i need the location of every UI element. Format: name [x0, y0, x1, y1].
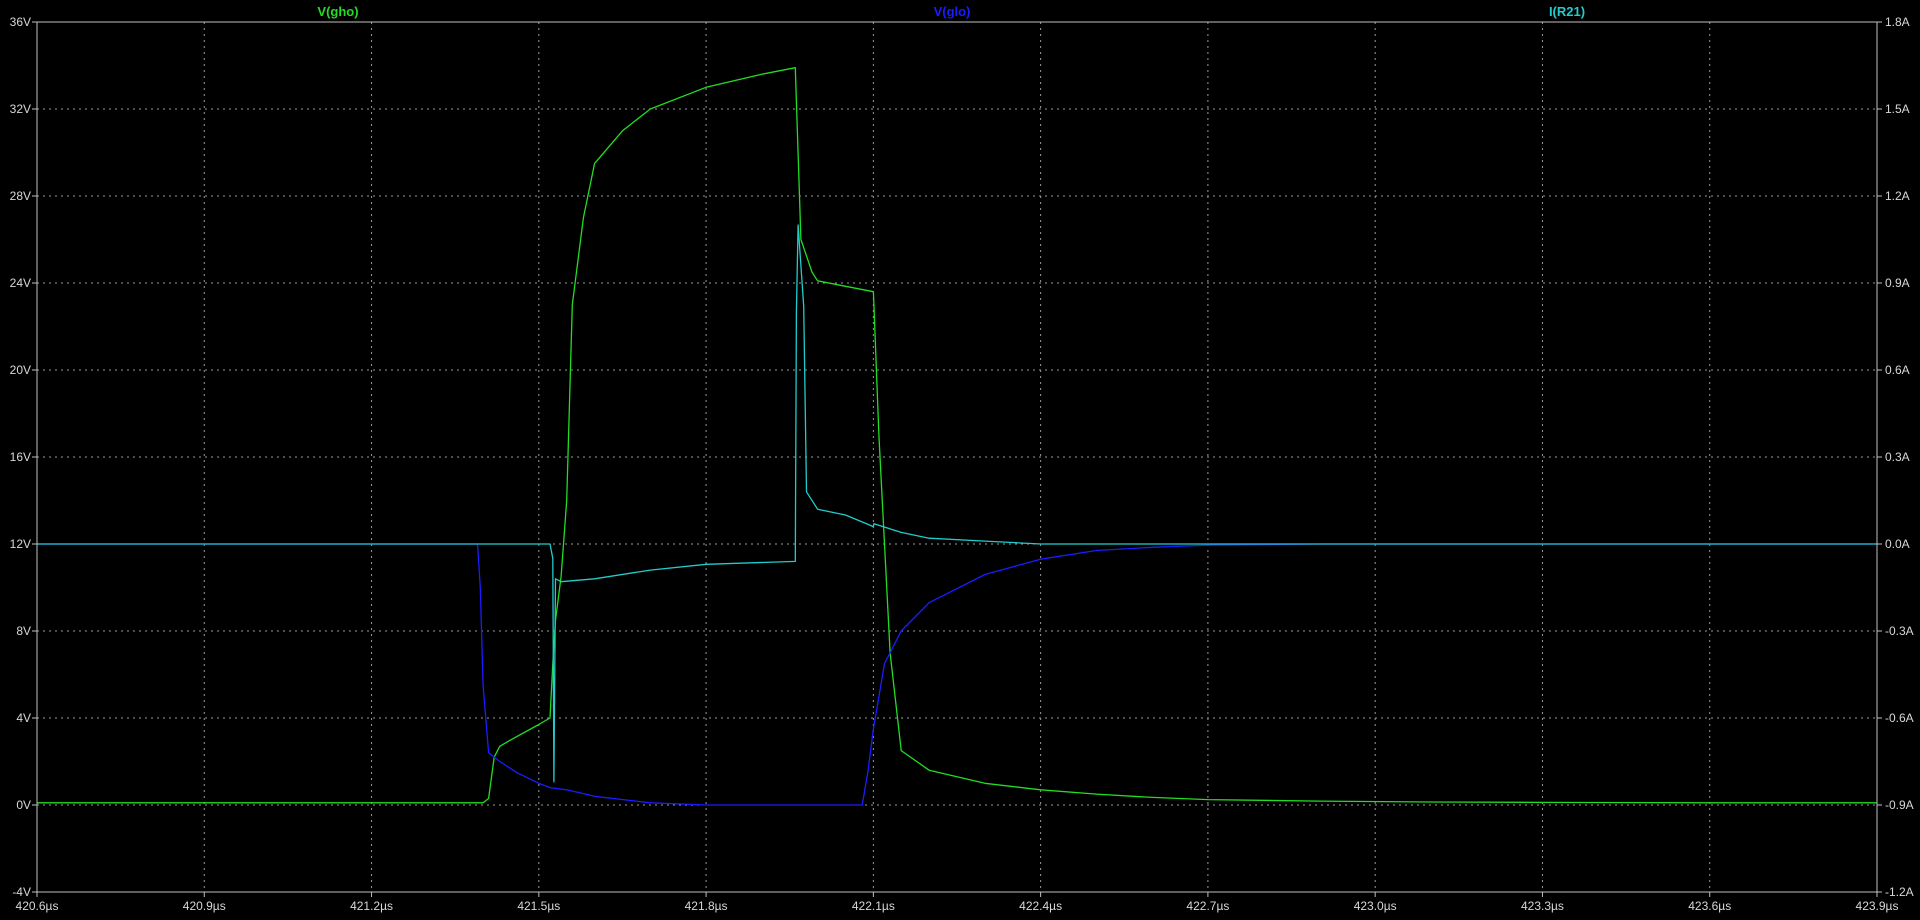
- x-axis-ticks: 420.6µs 420.9µs 421.2µs 421.5µs 421.8µs 422.1…: [16, 892, 1899, 913]
- left-y-tick-label: -4V: [12, 885, 31, 899]
- x-tick-label: 422.4µs: [1019, 899, 1062, 913]
- legend[interactable]: V(gho) V(glo) I(R21): [317, 4, 1585, 19]
- series-line-v-gho: [37, 67, 1877, 804]
- x-tick-label: 420.6µs: [16, 899, 59, 913]
- x-tick-label: 420.9µs: [183, 899, 226, 913]
- left-y-tick-label: 36V: [10, 15, 31, 29]
- x-tick-label: 423.3µs: [1521, 899, 1564, 913]
- left-y-tick-label: 4V: [16, 711, 31, 725]
- series-line-i-r21: [37, 224, 1877, 783]
- right-y-tick-label: 1.8A: [1885, 15, 1910, 29]
- right-y-tick-label: 0.6A: [1885, 363, 1910, 377]
- x-tick-label: 423.9µs: [1856, 899, 1899, 913]
- right-y-tick-label: 1.5A: [1885, 102, 1910, 116]
- right-y-tick-label: -0.3A: [1885, 624, 1914, 638]
- left-y-tick-label: 8V: [16, 624, 31, 638]
- right-y-tick-label: -0.6A: [1885, 711, 1914, 725]
- left-y-tick-label: 20V: [10, 363, 31, 377]
- grid: [37, 22, 1877, 892]
- x-tick-label: 422.7µs: [1186, 899, 1229, 913]
- legend-label-v-gho[interactable]: V(gho): [317, 4, 358, 19]
- left-y-tick-label: 24V: [10, 276, 31, 290]
- right-y-tick-label: 0.9A: [1885, 276, 1910, 290]
- x-tick-label: 423.6µs: [1688, 899, 1731, 913]
- left-y-axis-ticks: -4V 0V 4V 8V 12V 16V 20V 24V 28V 32V 36V: [10, 15, 37, 899]
- legend-label-i-r21[interactable]: I(R21): [1549, 4, 1585, 19]
- right-y-tick-label: 1.2A: [1885, 189, 1910, 203]
- x-tick-label: 421.5µs: [517, 899, 560, 913]
- left-y-tick-label: 12V: [10, 537, 31, 551]
- waveform-plot: 420.6µs 420.9µs 421.2µs 421.5µs 421.8µs 422.1…: [0, 0, 1920, 920]
- x-tick-label: 423.0µs: [1354, 899, 1397, 913]
- left-y-tick-label: 16V: [10, 450, 31, 464]
- series-traces: [37, 67, 1877, 806]
- right-y-axis-ticks: -1.2A -0.9A -0.6A -0.3A 0.0A 0.3A 0.6A 0.9A 1.2A…: [1877, 15, 1914, 899]
- right-y-tick-label: -0.9A: [1885, 798, 1914, 812]
- left-y-tick-label: 0V: [16, 798, 31, 812]
- x-tick-label: 421.2µs: [350, 899, 393, 913]
- series-line-v-glo: [37, 543, 1877, 806]
- x-tick-label: 422.1µs: [852, 899, 895, 913]
- right-y-tick-label: 0.3A: [1885, 450, 1910, 464]
- right-y-tick-label: -1.2A: [1885, 885, 1914, 899]
- legend-label-v-glo[interactable]: V(glo): [934, 4, 971, 19]
- left-y-tick-label: 28V: [10, 189, 31, 203]
- x-tick-label: 421.8µs: [685, 899, 728, 913]
- right-y-tick-label: 0.0A: [1885, 537, 1910, 551]
- left-y-tick-label: 32V: [10, 102, 31, 116]
